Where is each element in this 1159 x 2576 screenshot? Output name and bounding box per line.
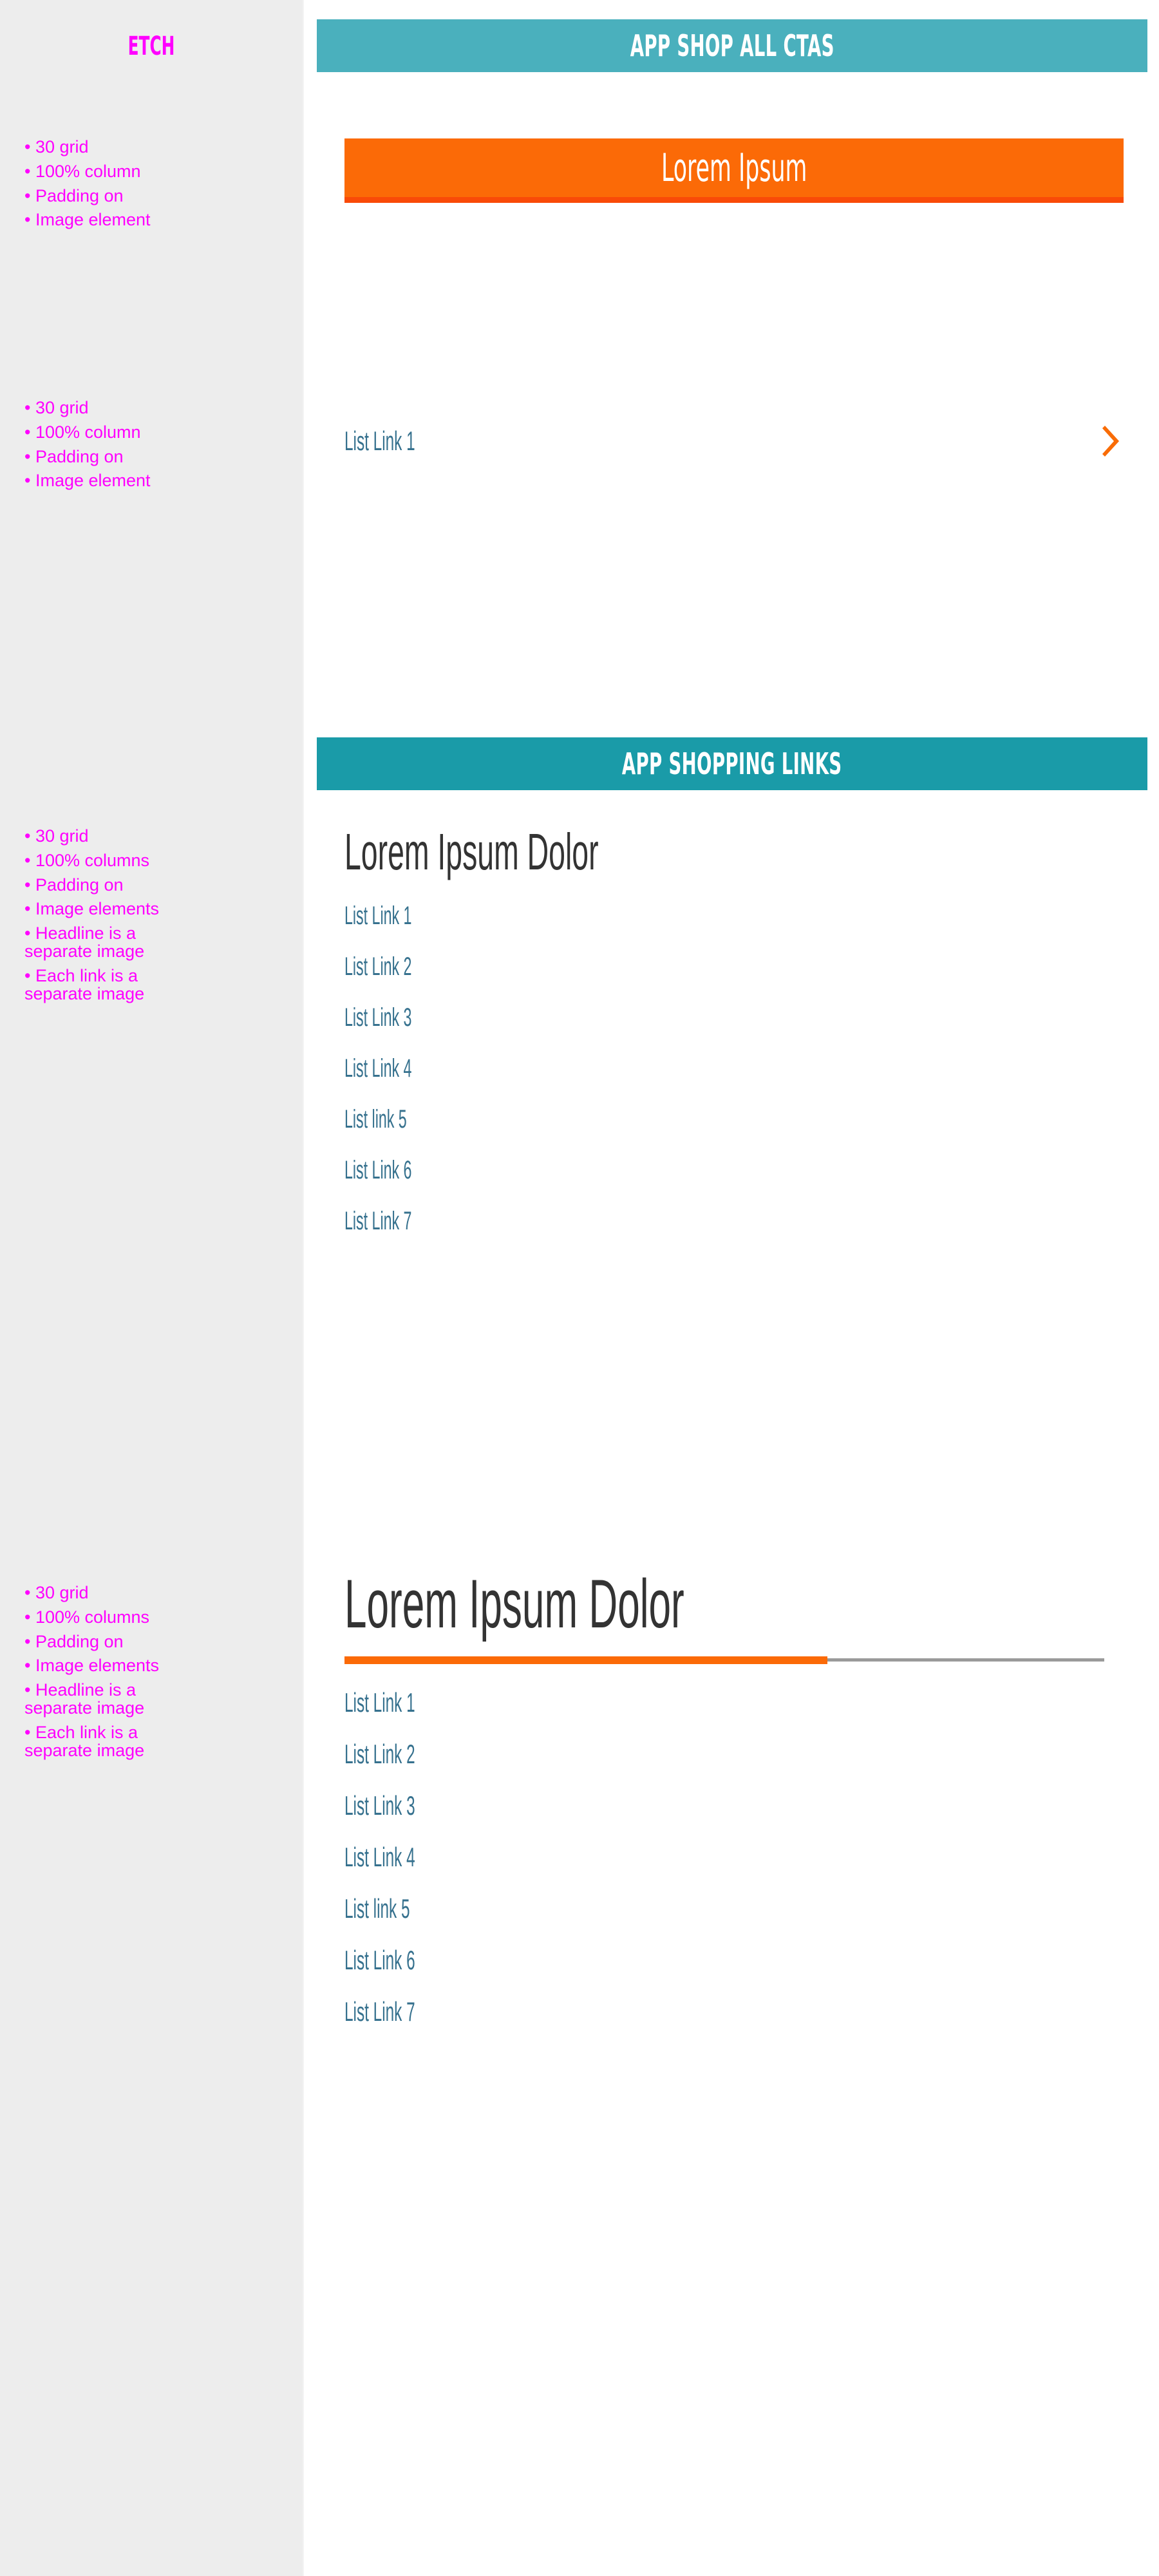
section-header-app-shopping-links: APP SHOPPING LINKS: [317, 737, 1147, 790]
section-header-title: APP SHOPPING LINKS: [622, 746, 842, 781]
annotation-line: • Padding on: [24, 446, 124, 466]
list-link-label: List Link 2: [344, 1738, 415, 1769]
annotation-line: • 30 grid: [24, 1583, 89, 1602]
shopping-link-list: List Link 1 List Link 2 List Link 3 List…: [344, 891, 1127, 1247]
list-link-label: List link 5: [344, 1105, 407, 1133]
list-item[interactable]: List Link 1: [344, 891, 1127, 942]
group-headline: Lorem Ipsum Dolor: [344, 823, 599, 880]
lorem-ipsum-cta-button[interactable]: Lorem Ipsum: [344, 138, 1124, 203]
list-link-label: List Link 7: [344, 1996, 415, 2027]
divider-orange-bar: [344, 1656, 827, 1664]
annotation-block-2: • 30 grid • 100% column • Padding on • I…: [24, 399, 290, 497]
chevron-right-icon: [1097, 423, 1127, 459]
list-link-label: List Link 1: [344, 902, 412, 930]
cta-list-link-row[interactable]: List Link 1: [344, 419, 1127, 464]
annotation-line: • Image elements: [24, 899, 160, 919]
annotation-line: • Padding on: [24, 1631, 124, 1651]
list-item[interactable]: List Link 3: [344, 1780, 1127, 1832]
page-root: ETCH • 30 grid • 100% column • Padding o…: [0, 0, 1159, 2576]
list-item[interactable]: List link 5: [344, 1883, 1127, 1935]
section-header-title: APP SHOP ALL CTAS: [630, 28, 834, 63]
list-item[interactable]: List Link 7: [344, 1196, 1127, 1247]
annotation-line: • Headline is a separate image: [24, 1680, 145, 1718]
group-headline: Lorem Ipsum Dolor: [344, 1565, 684, 1642]
shopping-links-group-small: Lorem Ipsum Dolor List Link 1 List Link …: [344, 823, 1127, 1247]
list-item[interactable]: List Link 3: [344, 992, 1127, 1043]
annotation-line: • Each link is a separate image: [24, 1722, 145, 1760]
list-link-label: List Link 3: [344, 1003, 412, 1032]
list-link-label: List Link 7: [344, 1207, 412, 1235]
list-item[interactable]: List Link 4: [344, 1832, 1127, 1883]
list-link-label: List link 5: [344, 1893, 410, 1924]
cta-button-label: Lorem Ipsum: [661, 145, 807, 191]
annotation-line: • Image element: [24, 210, 151, 230]
annotation-block-4: • 30 grid • 100% columns • Padding on • …: [24, 1584, 290, 1766]
list-item[interactable]: List Link 7: [344, 1986, 1127, 2038]
annotation-line: • Image element: [24, 471, 151, 491]
list-link-label: List Link 4: [344, 1841, 415, 1872]
annotation-line: • 100% columns: [24, 850, 150, 870]
annotation-line: • 100% column: [24, 422, 141, 442]
annotation-block-3: • 30 grid • 100% columns • Padding on • …: [24, 826, 290, 1009]
annotation-line: • Image elements: [24, 1656, 160, 1676]
divider-grey-line: [827, 1658, 1104, 1662]
annotation-line: • Headline is a separate image: [24, 923, 145, 961]
list-item[interactable]: List Link 6: [344, 1145, 1127, 1196]
annotation-line: • Each link is a separate image: [24, 965, 145, 1003]
annotation-line: • Padding on: [24, 185, 124, 205]
list-link-label: List Link 4: [344, 1054, 412, 1083]
cta-list-link-label: List Link 1: [344, 426, 415, 456]
annotation-line: • 100% columns: [24, 1607, 150, 1627]
list-link-label: List Link 2: [344, 952, 412, 981]
annotation-line: • 30 grid: [24, 137, 89, 156]
annotation-line: • 30 grid: [24, 398, 89, 417]
main-content: APP SHOP ALL CTAS Lorem Ipsum List Link …: [303, 0, 1159, 2576]
list-item[interactable]: List Link 6: [344, 1935, 1127, 1986]
shopping-links-group-large: Lorem Ipsum Dolor List Link 1 List Link …: [344, 1565, 1127, 2038]
section-header-app-shop-all-ctas: APP SHOP ALL CTAS: [317, 19, 1147, 72]
list-link-label: List Link 6: [344, 1156, 412, 1184]
list-link-label: List Link 3: [344, 1790, 415, 1821]
annotation-line: • 100% column: [24, 161, 141, 181]
etch-logo: ETCH: [127, 32, 175, 61]
list-link-label: List Link 1: [344, 1687, 415, 1718]
list-item[interactable]: List link 5: [344, 1094, 1127, 1145]
list-item[interactable]: List Link 1: [344, 1677, 1127, 1728]
list-item[interactable]: List Link 2: [344, 942, 1127, 992]
headline-divider: [344, 1656, 1104, 1664]
annotation-line: • 30 grid: [24, 826, 89, 846]
list-link-label: List Link 6: [344, 1944, 415, 1975]
annotation-sidebar: ETCH • 30 grid • 100% column • Padding o…: [0, 0, 303, 2576]
list-item[interactable]: List Link 2: [344, 1728, 1127, 1780]
annotation-block-1: • 30 grid • 100% column • Padding on • I…: [24, 138, 290, 236]
shopping-link-list: List Link 1 List Link 2 List Link 3 List…: [344, 1677, 1127, 2038]
annotation-line: • Padding on: [24, 875, 124, 895]
list-item[interactable]: List Link 4: [344, 1043, 1127, 1094]
